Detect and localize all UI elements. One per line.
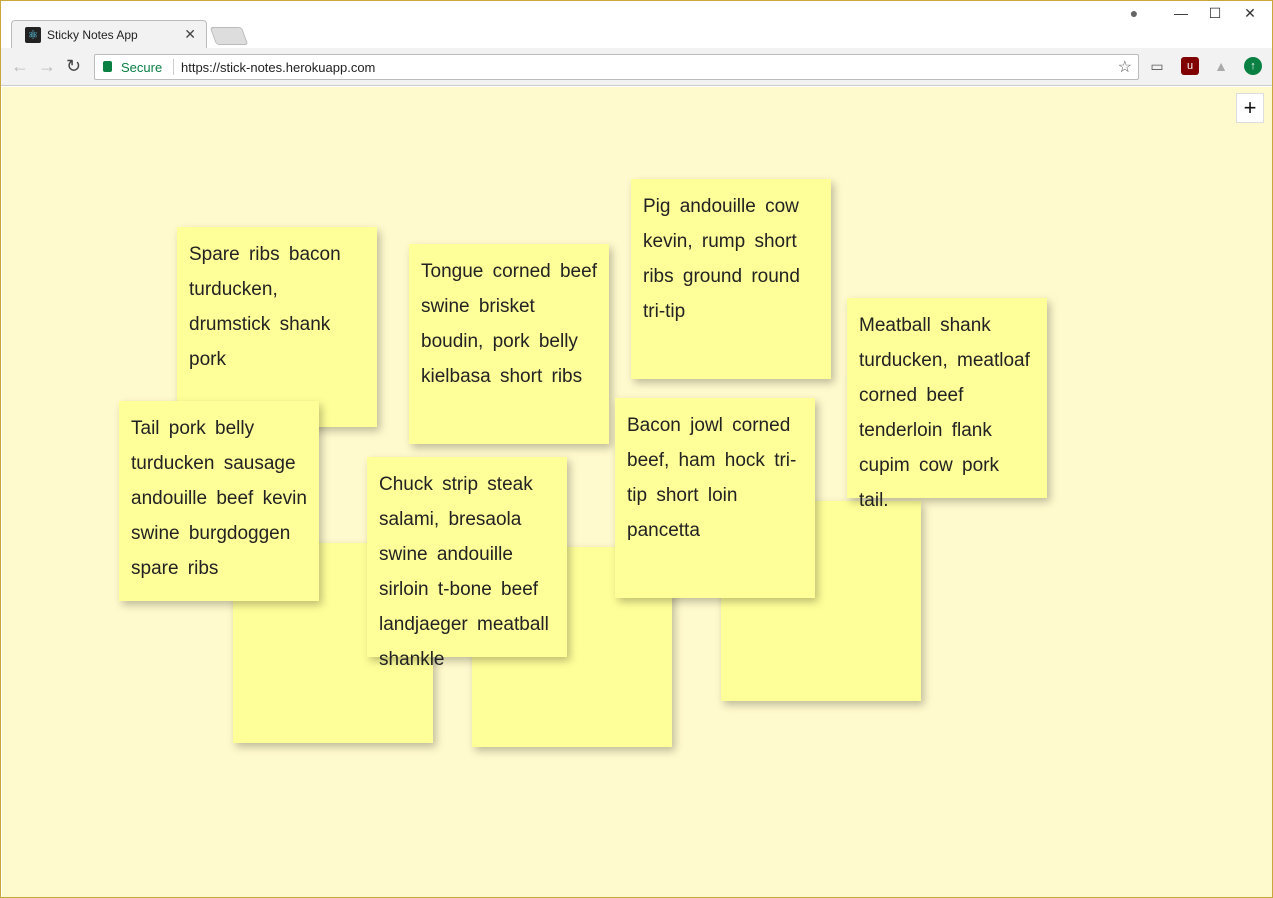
profile-icon[interactable]: ● — [1117, 5, 1151, 21]
drive-icon[interactable]: ▲ — [1212, 57, 1230, 75]
minimize-button[interactable]: — — [1164, 5, 1198, 21]
toolbar: ← → ↻ Secure https://stick-notes.herokua… — [1, 48, 1272, 86]
sticky-note[interactable]: Meatball shank turducken, meatloaf corne… — [847, 298, 1047, 511]
divider — [173, 59, 174, 75]
tab-title: Sticky Notes App — [47, 28, 138, 42]
forward-icon[interactable]: → — [38, 56, 56, 77]
react-favicon-icon: ⚛ — [25, 27, 41, 43]
lock-icon — [103, 61, 112, 72]
tab-bar: ⚛ Sticky Notes App ✕ ● — ☐ ✕ — [1, 1, 1272, 49]
tab-sticky-notes[interactable]: ⚛ Sticky Notes App ✕ — [11, 20, 207, 49]
sticky-note[interactable]: Tongue corned beef swine brisket boudin,… — [409, 244, 609, 444]
url-text[interactable]: https://stick-notes.herokuapp.com — [181, 60, 375, 75]
close-tab-icon[interactable]: ✕ — [184, 26, 196, 43]
bookmark-star-icon[interactable]: ☆ — [1118, 57, 1132, 77]
add-note-button[interactable]: + — [1236, 93, 1264, 123]
maximize-button[interactable]: ☐ — [1198, 5, 1232, 22]
sticky-note[interactable]: Pig andouille cow kevin, rump short ribs… — [631, 179, 831, 379]
update-icon[interactable]: ↑ — [1244, 57, 1262, 75]
sticky-note[interactable]: Spare ribs bacon turducken, drumstick sh… — [177, 227, 377, 427]
sticky-note[interactable]: Tail pork belly turducken sausage andoui… — [119, 401, 319, 601]
close-window-button[interactable]: ✕ — [1233, 5, 1267, 22]
reload-icon[interactable]: ↻ — [66, 56, 81, 77]
sticky-note[interactable]: Chuck strip steak salami, bresaola swine… — [367, 457, 567, 670]
sticky-note[interactable]: Bacon jowl corned beef, ham hock tri-tip… — [615, 398, 815, 598]
new-tab-button[interactable] — [209, 27, 249, 45]
cast-icon[interactable]: ▭ — [1148, 57, 1166, 75]
browser-window: ⚛ Sticky Notes App ✕ ● — ☐ ✕ ← → ↻ Secur… — [0, 0, 1273, 898]
secure-label: Secure — [121, 60, 163, 75]
address-bar[interactable]: Secure https://stick-notes.herokuapp.com… — [94, 54, 1139, 80]
back-icon[interactable]: ← — [11, 56, 29, 77]
sticky-board: + Spare ribs bacon turducken, drumstick … — [2, 87, 1272, 897]
ublock-icon[interactable]: u — [1181, 57, 1199, 75]
